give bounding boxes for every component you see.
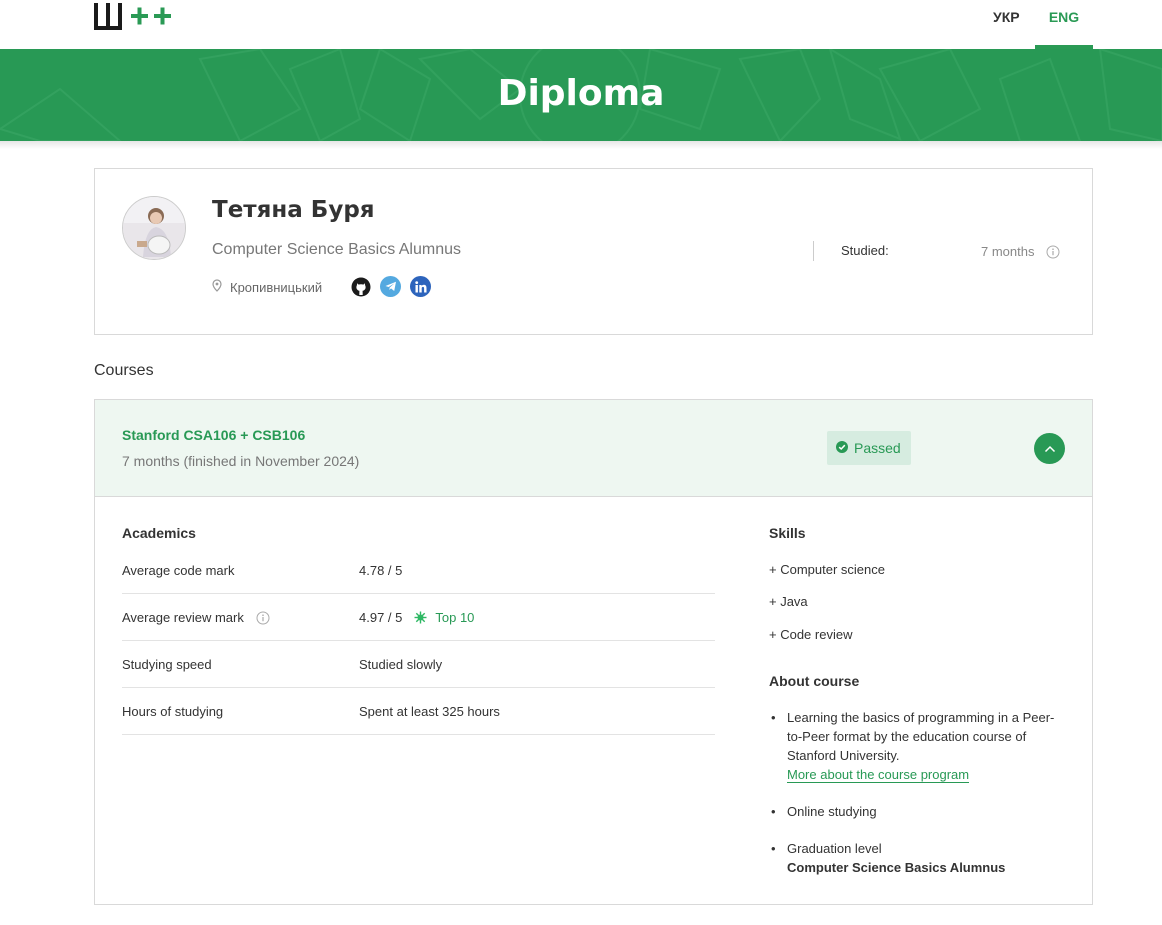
academics-heading: Academics [122,525,196,541]
academics-row: Average code mark 4.78 / 5 [122,547,715,594]
graduation-value: Computer Science Basics Alumnus [787,860,1006,875]
about-course-list: Learning the basics of programming in a … [769,708,1069,895]
profile-title: Computer Science Basics Alumnus [212,241,461,258]
chevron-up-icon [1044,445,1055,452]
lang-ukr-link[interactable]: УКР [993,0,1020,49]
check-circle-icon [836,440,848,456]
row-value: 4.78 / 5 [359,563,403,578]
row-label-text: Average review mark [122,610,244,625]
lang-eng-link[interactable]: ENG [1035,0,1093,49]
about-item-text: Learning the basics of programming in a … [787,710,1055,763]
star-burst-icon [414,611,427,624]
skill-item: + Java [769,594,808,609]
profile-card: Тетяна Буря Computer Science Basics Alum… [94,168,1093,335]
about-course-heading: About course [769,673,860,689]
about-item-text: Online studying [787,804,877,819]
row-label: Average code mark [122,563,235,578]
location-text: Кропивницький [230,279,323,295]
profile-name: Тетяна Буря [212,197,375,223]
course-program-link[interactable]: More about the course program [787,767,970,783]
page-title: Diploma [497,73,665,114]
status-text: Passed [854,440,901,456]
row-label: Average review mark [122,594,270,641]
info-icon[interactable] [256,611,270,625]
divider [813,241,814,261]
studied-value: 7 months [981,244,1035,259]
course-name: Stanford CSA106 + CSB106 [122,427,306,443]
course-header[interactable]: Stanford CSA106 + CSB106 7 months (finis… [95,400,1092,497]
avatar [122,196,186,260]
status-badge: Passed [827,431,911,465]
profile-location: Кропивницький [212,279,322,295]
location-pin-icon [212,279,222,295]
banner-shadow [0,141,1162,149]
collapse-button[interactable] [1034,433,1065,464]
top10-text: Top 10 [435,610,475,625]
diploma-banner: Diploma [0,49,1162,141]
github-icon[interactable] [350,276,371,297]
graduation-label: Graduation level [787,841,882,856]
logo[interactable] [94,3,174,30]
row-value: Studied slowly [359,657,443,672]
skills-heading: Skills [769,525,806,541]
top-bar: УКР ENG [0,0,1162,49]
info-icon[interactable] [1046,245,1060,264]
about-item: Graduation level Computer Science Basics… [769,839,1069,877]
course-card: Stanford CSA106 + CSB106 7 months (finis… [94,399,1093,905]
about-item: Online studying [769,802,1069,821]
row-value-text: 4.97 / 5 [359,610,403,625]
row-label: Hours of studying [122,704,224,719]
linkedin-icon[interactable] [410,276,431,297]
social-links [350,276,431,297]
courses-heading: Courses [94,362,154,379]
academics-row: Studying speed Studied slowly [122,641,715,688]
avatar-image [123,197,185,259]
logo-icon [94,3,171,30]
row-value: Spent at least 325 hours [359,704,500,719]
about-item: Learning the basics of programming in a … [769,708,1059,784]
studied-label: Studied: [841,243,889,258]
academics-row: Average review mark 4.97 / 5 Top 10 [122,594,715,641]
course-duration: 7 months (finished in November 2024) [122,453,360,469]
telegram-icon[interactable] [380,276,401,297]
row-label: Studying speed [122,657,212,672]
top10-badge: Top 10 [414,610,474,625]
skill-item: + Computer science [769,562,885,577]
row-value: 4.97 / 5 Top 10 [359,594,474,641]
academics-row: Hours of studying Spent at least 325 hou… [122,688,715,735]
skill-item: + Code review [769,627,853,642]
